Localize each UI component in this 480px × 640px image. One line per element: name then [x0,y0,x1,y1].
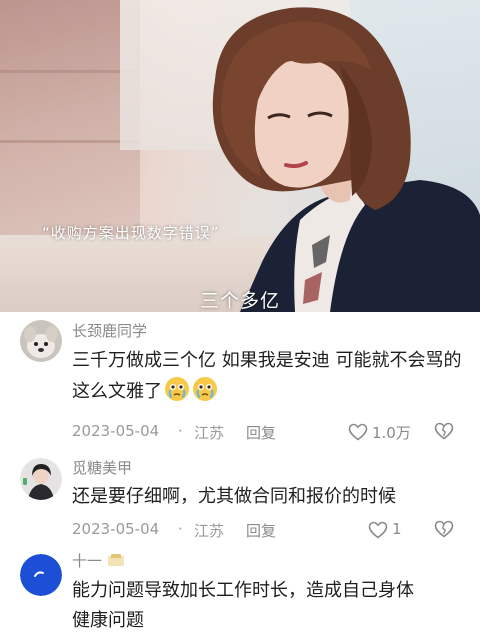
comment-text: 三千万做成三个亿 如果我是安迪 可能就不会骂的这么文雅了 [72,346,464,407]
dislike-button[interactable] [434,422,454,444]
dislike-button[interactable] [434,520,454,542]
avatar[interactable] [20,554,62,596]
comment-username[interactable]: 觅糖美甲 [72,457,132,478]
meta-separator: · [178,520,183,538]
comment-text: 还是要仔细啊，尤其做合同和报价的时候 [72,486,396,507]
comment-text-line: 能力问题导致加长工作时长，造成自己身体 [72,580,414,601]
comment-list: 长颈鹿同学 三千万做成三个亿 如果我是安迪 可能就不会骂的这么文雅了 2023-… [0,312,480,640]
reply-button[interactable]: 回复 [246,422,276,443]
like-count: 1.0万 [372,424,411,442]
video-frame[interactable]: “收购方案出现数字错误” 三个多亿 [0,0,480,312]
comment-date: 2023-05-04 [72,520,160,538]
meta-separator: · [178,422,183,440]
comment-meta: 2023-05-04 · 江苏 回复 1 [72,518,464,542]
comment-text: 能力问题导致加长工作时长，造成自己身体 健康问题 [72,576,464,636]
crying-emoji-icon [193,377,217,401]
avatar[interactable] [20,458,62,500]
blue-avatar-icon [20,554,62,596]
comment-username-text: 十一 [72,552,103,570]
broken-heart-icon [434,422,454,440]
reply-button[interactable]: 回复 [246,520,276,541]
heart-icon [348,423,368,441]
avatar[interactable] [20,320,62,362]
comment-location: 江苏 [194,424,225,442]
comment-username[interactable]: 长颈鹿同学 [72,320,147,341]
video-caption-quote: “收购方案出现数字错误” [42,224,220,242]
heart-icon [368,521,388,539]
comment-date: 2023-05-04 [72,422,160,440]
broken-heart-icon [434,520,454,538]
comment-meta: 2023-05-04 · 江苏 回复 1.0万 [72,420,464,444]
comment-text-content: 三千万做成三个亿 如果我是安迪 可能就不会骂的这么文雅了 [72,350,462,402]
woman-figure [212,7,480,312]
comment-location: 江苏 [194,522,225,540]
person-avatar-icon [20,458,62,500]
crying-emoji-icon [165,377,189,401]
dog-avatar-icon [20,320,62,362]
comment-text-line: 健康问题 [72,610,144,631]
video-subtitle: 三个多亿 [199,290,280,312]
badge-icon [107,554,124,566]
like-count: 1 [392,520,402,538]
comment-username[interactable]: 十一 [72,550,125,571]
